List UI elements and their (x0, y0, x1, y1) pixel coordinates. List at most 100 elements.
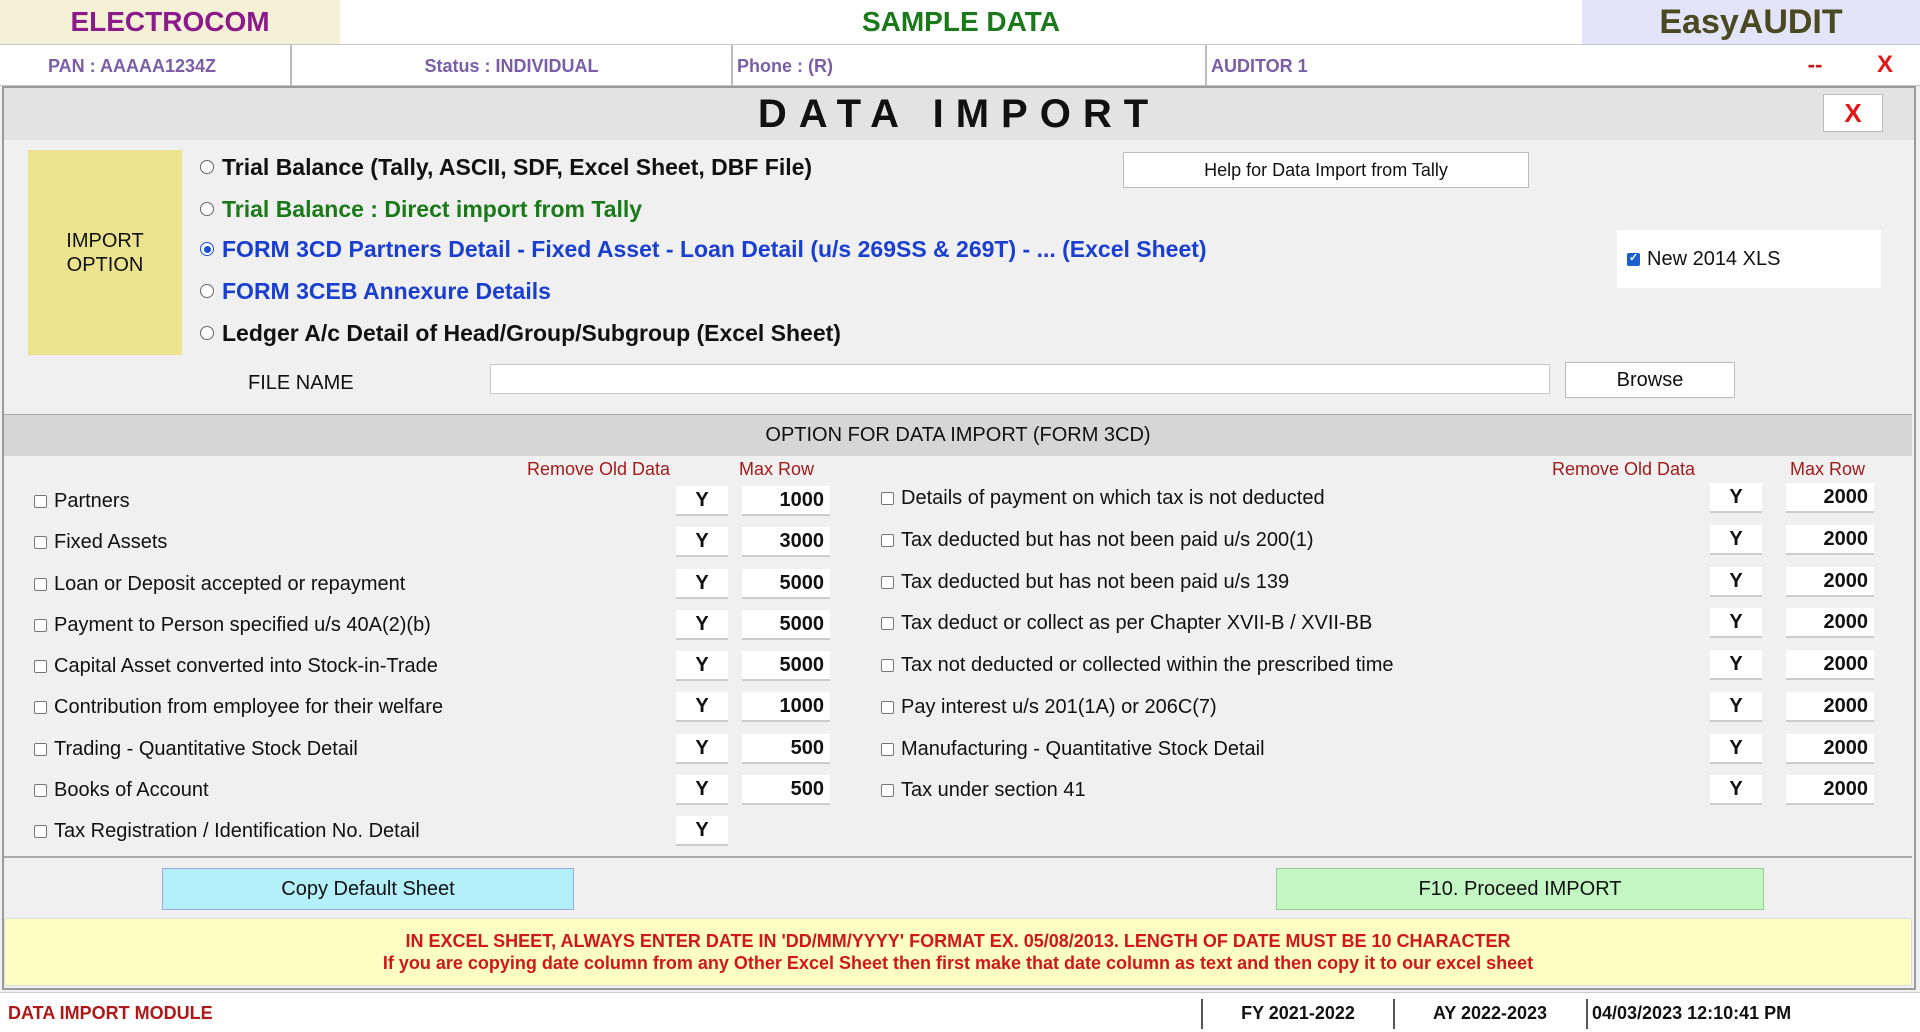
left-option-checkbox[interactable] (34, 618, 47, 632)
right-max-row-field[interactable]: 2000 (1786, 483, 1874, 513)
right-remove-old-field[interactable]: Y (1710, 525, 1762, 555)
right-option-item[interactable]: Tax deducted but has not been paid u/s 1… (881, 567, 1289, 597)
right-option-item[interactable]: Manufacturing - Quantitative Stock Detai… (881, 734, 1265, 764)
right-option-checkbox[interactable] (881, 491, 894, 505)
copy-default-sheet-button[interactable]: Copy Default Sheet (162, 868, 574, 910)
left-max-row-field[interactable]: 5000 (742, 569, 830, 599)
right-remove-old-field[interactable]: Y (1710, 483, 1762, 513)
status-info: Status : INDIVIDUAL (292, 45, 733, 87)
left-option-item[interactable]: Trading - Quantitative Stock Detail (34, 734, 358, 764)
left-remove-old-field[interactable]: Y (676, 651, 728, 681)
left-option-item[interactable]: Capital Asset converted into Stock-in-Tr… (34, 651, 438, 681)
left-remove-old-field[interactable]: Y (676, 486, 728, 516)
left-option-label: Books of Account (54, 778, 209, 801)
right-option-item[interactable]: Tax deducted but has not been paid u/s 2… (881, 525, 1314, 555)
import-option-1[interactable]: Trial Balance (Tally, ASCII, SDF, Excel … (200, 150, 812, 184)
left-option-checkbox[interactable] (34, 742, 47, 756)
phone-info: Phone : (R) (733, 45, 1207, 87)
right-option-item[interactable]: Pay interest u/s 201(1A) or 206C(7) (881, 692, 1217, 722)
right-remove-old-field[interactable]: Y (1710, 692, 1762, 722)
right-max-row-field[interactable]: 2000 (1786, 525, 1874, 555)
left-remove-old-field[interactable]: Y (676, 775, 728, 805)
right-max-row-field[interactable]: 2000 (1786, 734, 1874, 764)
new-xls-option[interactable]: New 2014 XLS (1617, 230, 1881, 288)
right-option-checkbox[interactable] (881, 575, 894, 589)
minimize-button[interactable]: -- (1795, 44, 1835, 86)
right-remove-old-field[interactable]: Y (1710, 775, 1762, 805)
import-option-5[interactable]: Ledger A/c Detail of Head/Group/Subgroup… (200, 316, 841, 350)
right-option-item[interactable]: Tax deduct or collect as per Chapter XVI… (881, 608, 1372, 638)
left-remove-old-field[interactable]: Y (676, 610, 728, 640)
right-option-checkbox[interactable] (881, 616, 894, 630)
close-app-button[interactable]: X (1865, 44, 1905, 86)
left-option-item[interactable]: Fixed Assets (34, 527, 167, 557)
right-max-row-field[interactable]: 2000 (1786, 608, 1874, 638)
tally-help-button[interactable]: Help for Data Import from Tally (1123, 152, 1529, 188)
left-option-checkbox[interactable] (34, 577, 47, 591)
left-max-row-field[interactable]: 1000 (742, 486, 830, 516)
right-max-row-field[interactable]: 2000 (1786, 567, 1874, 597)
right-remove-old-field[interactable]: Y (1710, 650, 1762, 680)
import-option-radio[interactable] (200, 160, 214, 174)
proceed-import-button[interactable]: F10. Proceed IMPORT (1276, 868, 1764, 910)
right-option-item[interactable]: Tax not deducted or collected within the… (881, 650, 1394, 680)
import-option-4[interactable]: FORM 3CEB Annexure Details (200, 274, 551, 308)
import-option-radio[interactable] (200, 242, 214, 256)
left-max-row-field[interactable]: 500 (742, 734, 830, 764)
left-remove-old-field[interactable]: Y (676, 527, 728, 557)
right-remove-old-field[interactable]: Y (1710, 608, 1762, 638)
left-max-row-field[interactable]: 5000 (742, 610, 830, 640)
right-option-label: Tax under section 41 (901, 778, 1086, 801)
right-remove-old-field[interactable]: Y (1710, 734, 1762, 764)
left-option-item[interactable]: Contribution from employee for their wel… (34, 692, 443, 722)
dialog-close-button[interactable]: X (1823, 94, 1883, 132)
status-bar: DATA IMPORT MODULE FY 2021-2022 AY 2022-… (0, 992, 1920, 1032)
left-remove-old-field[interactable]: Y (676, 692, 728, 722)
left-option-checkbox[interactable] (34, 824, 47, 838)
right-remove-old-field[interactable]: Y (1710, 567, 1762, 597)
left-remove-old-field[interactable]: Y (676, 816, 728, 846)
right-option-item[interactable]: Tax under section 41 (881, 775, 1086, 805)
left-option-item[interactable]: Tax Registration / Identification No. De… (34, 816, 420, 846)
right-option-label: Tax deducted but has not been paid u/s 1… (901, 570, 1290, 593)
left-option-item[interactable]: Books of Account (34, 775, 209, 805)
right-option-checkbox[interactable] (881, 658, 894, 672)
current-datetime: 04/03/2023 12:10:41 PM (1592, 1002, 1792, 1023)
left-max-row-field[interactable]: 5000 (742, 651, 830, 681)
right-max-row-field[interactable]: 2000 (1786, 692, 1874, 722)
left-option-item[interactable]: Loan or Deposit accepted or repayment (34, 569, 405, 599)
warning-line-2: If you are copying date column from any … (382, 953, 1534, 973)
import-options-header: OPTION FOR DATA IMPORT (FORM 3CD) (4, 414, 1912, 456)
right-option-checkbox[interactable] (881, 533, 894, 547)
right-option-item[interactable]: Details of payment on which tax is not d… (881, 483, 1325, 513)
right-option-checkbox[interactable] (881, 783, 894, 797)
import-option-2[interactable]: Trial Balance : Direct import from Tally (200, 192, 642, 226)
left-option-item[interactable]: Payment to Person specified u/s 40A(2)(b… (34, 610, 431, 640)
module-name: DATA IMPORT MODULE (8, 1002, 213, 1023)
import-option-radio[interactable] (200, 202, 214, 216)
left-option-checkbox[interactable] (34, 700, 47, 714)
right-option-label: Pay interest u/s 201(1A) or 206C(7) (901, 695, 1217, 718)
browse-button[interactable]: Browse (1565, 362, 1735, 398)
left-remove-old-field[interactable]: Y (676, 569, 728, 599)
right-option-checkbox[interactable] (881, 742, 894, 756)
file-name-input[interactable] (490, 364, 1550, 394)
left-max-row-field[interactable]: 500 (742, 775, 830, 805)
import-option-3[interactable]: FORM 3CD Partners Detail - Fixed Asset -… (200, 232, 1207, 266)
left-option-item[interactable]: Partners (34, 486, 130, 516)
left-option-checkbox[interactable] (34, 659, 47, 673)
right-max-row-field[interactable]: 2000 (1786, 775, 1874, 805)
right-max-row-field[interactable]: 2000 (1786, 650, 1874, 680)
import-option-radio[interactable] (200, 326, 214, 340)
left-remove-old-field[interactable]: Y (676, 734, 728, 764)
left-option-label: Trading - Quantitative Stock Detail (54, 737, 358, 760)
left-option-checkbox[interactable] (34, 535, 47, 549)
left-max-row-field[interactable]: 1000 (742, 692, 830, 722)
left-max-row-field[interactable]: 3000 (742, 527, 830, 557)
import-option-radio[interactable] (200, 284, 214, 298)
right-option-checkbox[interactable] (881, 700, 894, 714)
new-xls-checkbox[interactable] (1627, 251, 1640, 266)
left-option-checkbox[interactable] (34, 783, 47, 797)
import-option-label: IMPORT OPTION (28, 150, 182, 355)
left-option-checkbox[interactable] (34, 494, 47, 508)
